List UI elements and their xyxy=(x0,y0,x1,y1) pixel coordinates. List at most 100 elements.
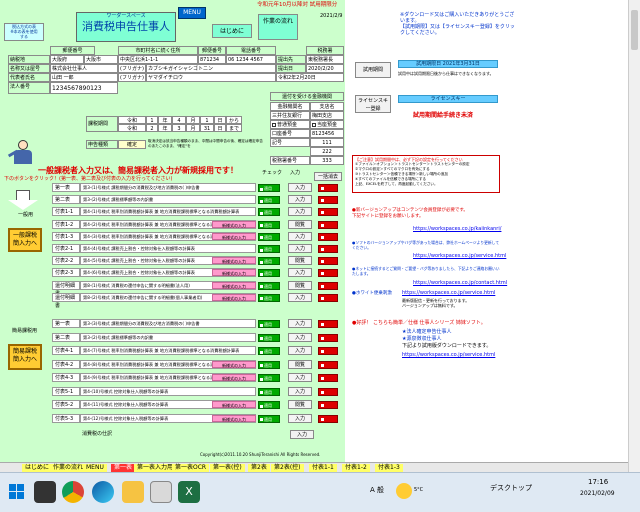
apply-button[interactable]: 適用 xyxy=(258,333,280,342)
windows-start-icon[interactable] xyxy=(6,481,28,503)
to-year[interactable]: 2 xyxy=(146,124,158,132)
new-form-input-button[interactable]: 新様式の入力 xyxy=(212,257,256,265)
sheet-tab[interactable]: 第2表(控) xyxy=(271,464,304,472)
sheet-tab[interactable]: 第一表OCR xyxy=(172,464,210,472)
new-form-input-button[interactable]: 新様式の入力 xyxy=(212,281,256,289)
apply-button[interactable]: 適用 xyxy=(258,293,280,302)
series-link[interactable]: https://workspaces.co.jp/service.html xyxy=(402,352,495,359)
apply-button[interactable]: 適用 xyxy=(258,281,280,290)
footer-input-button[interactable]: 入力 xyxy=(290,430,314,439)
rep-kana-field[interactable]: ヤマダイチロウ xyxy=(146,73,276,82)
apply-button[interactable]: 適用 xyxy=(258,320,280,328)
ime-indicator[interactable]: A 般 xyxy=(370,487,384,494)
clear-button[interactable] xyxy=(318,269,338,278)
apply-button[interactable]: 適用 xyxy=(258,401,280,409)
from-month[interactable]: 4 xyxy=(172,116,186,124)
apply-button[interactable]: 適用 xyxy=(258,232,280,241)
sheet-tab[interactable]: 第2表 xyxy=(248,464,270,472)
sample-link[interactable]: https://workspaces.co.jp/service.html xyxy=(402,290,495,297)
input-button[interactable]: 入力 xyxy=(288,413,312,423)
bank-field[interactable]: 三井住友銀行 xyxy=(270,111,310,120)
office-field[interactable]: 東税務署長 xyxy=(306,55,344,64)
input-button[interactable]: 入力 xyxy=(288,183,312,192)
apply-button[interactable]: 適用 xyxy=(258,208,280,217)
sheet-tab[interactable]: 付表1-2 xyxy=(342,464,370,472)
rep-field[interactable]: 山田 一郎 xyxy=(50,73,118,82)
edge-icon[interactable] xyxy=(92,481,114,503)
input-button[interactable]: 入力 xyxy=(288,386,312,396)
input-button[interactable]: 入力 xyxy=(288,319,312,328)
pref-field[interactable]: 大阪府 xyxy=(50,55,84,64)
chrome-icon[interactable] xyxy=(62,481,84,503)
new-form-input-button[interactable]: 新様式の入力 xyxy=(212,401,256,408)
from-year[interactable]: 1 xyxy=(146,116,158,124)
apply-button[interactable]: 適用 xyxy=(258,245,280,253)
new-form-input-button[interactable]: 新様式の入力 xyxy=(212,269,256,277)
submit-date-field[interactable]: 2020/2/20 xyxy=(306,64,344,73)
contact-link[interactable]: https://workspaces.co.jp/contact.html xyxy=(413,280,507,287)
app-icon[interactable] xyxy=(150,481,172,503)
clear-button[interactable] xyxy=(318,184,338,192)
clear-button[interactable] xyxy=(318,347,338,355)
input-button[interactable]: 入力 xyxy=(288,373,312,382)
clear-button[interactable] xyxy=(318,293,338,302)
license-field[interactable]: ライセンスキー xyxy=(398,95,498,103)
new-form-input-button[interactable]: 新様式の入力 xyxy=(212,374,256,381)
clear-button[interactable] xyxy=(318,220,338,229)
sheet-tab[interactable]: 第一表入力用 xyxy=(134,464,177,472)
kind-field[interactable]: 確定 xyxy=(118,140,146,149)
input-button[interactable]: 入力 xyxy=(288,244,312,253)
sheet-tab[interactable]: はじめに xyxy=(22,464,53,472)
service-link[interactable]: https://workspaces.co.jp/service.html xyxy=(413,253,506,260)
desktop-label[interactable]: デスクトップ xyxy=(490,485,532,492)
apply-button[interactable]: 適用 xyxy=(258,184,280,192)
vertical-scrollbar[interactable] xyxy=(628,0,640,472)
input-button[interactable]: 入力 xyxy=(288,231,312,241)
clear-button[interactable] xyxy=(318,320,338,328)
sheet-tab[interactable]: 第一表(控) xyxy=(210,464,245,472)
sheet-tab[interactable]: 付表1-1 xyxy=(309,464,337,472)
to-day[interactable]: 31 xyxy=(200,124,214,132)
input-button[interactable]: 入力 xyxy=(288,346,312,355)
scroll-thumb[interactable] xyxy=(631,10,638,50)
explorer-icon[interactable] xyxy=(122,481,144,503)
input-button[interactable]: 入力 xyxy=(288,292,312,302)
yucho-field[interactable]: 111 xyxy=(310,138,344,147)
sheet-tab[interactable]: 第一表 xyxy=(111,464,136,472)
task-view-icon[interactable] xyxy=(34,481,56,503)
clear-button[interactable] xyxy=(318,374,338,382)
new-form-input-button[interactable]: 新様式の入力 xyxy=(212,220,256,228)
apply-button[interactable]: 適用 xyxy=(258,269,280,278)
apply-button[interactable]: 適用 xyxy=(258,220,280,229)
clear-button[interactable] xyxy=(318,414,338,423)
excel-icon[interactable]: X xyxy=(178,481,200,503)
input-button[interactable]: 入力 xyxy=(288,207,312,217)
input-button[interactable]: 入力 xyxy=(288,332,312,342)
clear-button[interactable] xyxy=(318,360,338,369)
current-checkbox[interactable] xyxy=(312,122,316,127)
apply-button[interactable]: 適用 xyxy=(258,196,280,205)
branch-field[interactable]: 梅田支店 xyxy=(310,111,344,120)
yucho-field-2[interactable]: 222 xyxy=(310,147,344,156)
trial-button[interactable]: 試用期間 xyxy=(355,62,391,78)
apply-button[interactable]: 適用 xyxy=(258,347,280,355)
clear-button[interactable] xyxy=(318,333,338,342)
apply-button[interactable]: 適用 xyxy=(258,360,280,369)
apply-button[interactable]: 適用 xyxy=(258,387,280,396)
normal-checkbox[interactable] xyxy=(272,122,276,127)
new-form-input-button[interactable]: 新様式の入力 xyxy=(212,293,256,301)
clear-button[interactable] xyxy=(318,232,338,241)
general-input-button[interactable]: 一般課税 簡入力へ xyxy=(8,228,42,252)
clear-button[interactable] xyxy=(318,245,338,253)
start-button[interactable]: はじめに xyxy=(212,24,252,38)
to-era[interactable]: 令和 xyxy=(118,124,146,132)
tax-acct-field[interactable]: 333 xyxy=(310,156,344,165)
sheet-tab[interactable]: 付表1-3 xyxy=(375,464,403,472)
to-month[interactable]: 3 xyxy=(172,124,186,132)
postal-field[interactable]: 871234 xyxy=(198,55,226,64)
input-button[interactable]: 閲覧 xyxy=(288,256,312,266)
simple-input-button[interactable]: 簡易課税 簡入力へ xyxy=(8,344,42,370)
clear-button[interactable] xyxy=(318,196,338,205)
input-button[interactable]: 閲覧 xyxy=(288,280,312,290)
sheet-tab[interactable]: MENU xyxy=(83,464,107,472)
